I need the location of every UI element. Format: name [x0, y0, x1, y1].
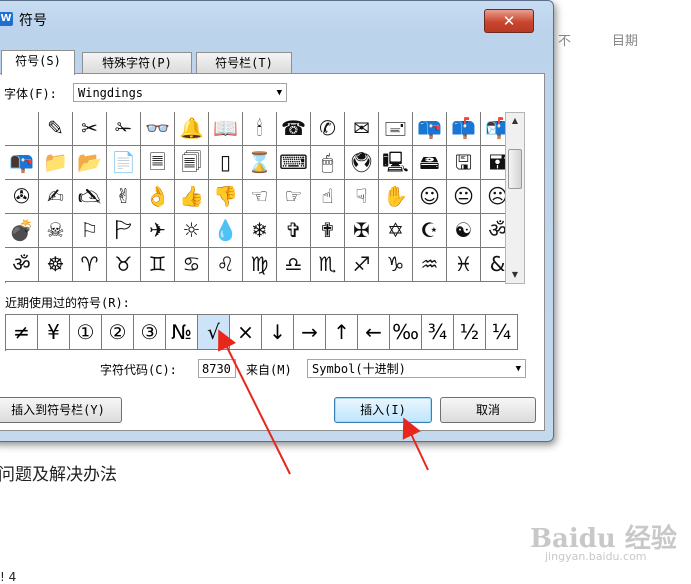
annotation-arrows: [218, 329, 429, 475]
arrow-to-sqrt-symbol: [218, 329, 291, 475]
arrow-to-insert-button: [402, 417, 429, 471]
tab-symbols[interactable]: 符号(S): [1, 50, 75, 75]
